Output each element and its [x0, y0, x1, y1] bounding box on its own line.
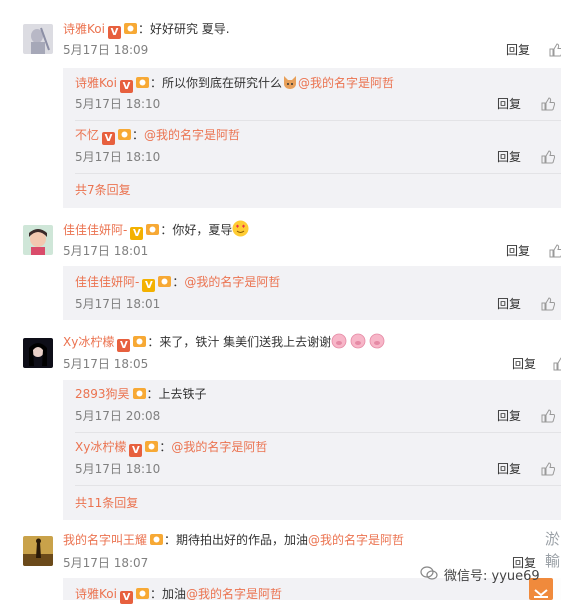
reply-button[interactable]: 回复: [506, 43, 530, 57]
verified-v-icon: V: [142, 279, 156, 292]
timestamp: 5月17日 20:08: [75, 409, 161, 423]
more-replies-link[interactable]: 共11条回复: [75, 496, 138, 510]
avatar[interactable]: [23, 536, 53, 566]
verified-v-icon: V: [119, 591, 133, 604]
heart-eyes-emoji-icon: [232, 220, 249, 237]
username-link[interactable]: 诗雅Koi: [75, 76, 117, 90]
reply-text: ：: [172, 275, 185, 289]
watermark: 微信号: yyue69: [420, 562, 561, 586]
avatar[interactable]: [23, 338, 53, 368]
wechat-icon: [420, 566, 438, 580]
pig-emoji-icon: [331, 333, 385, 349]
like-icon[interactable]: [541, 409, 555, 423]
divider: [75, 432, 561, 433]
timestamp: 5月17日 18:05: [63, 357, 149, 371]
member-icon: [135, 77, 149, 88]
like-icon[interactable]: [541, 97, 555, 111]
mention-link[interactable]: @我的名字是阿哲: [308, 533, 404, 547]
reply-line: Xy冰柠檬 V ：@我的名字是阿哲: [75, 439, 267, 457]
timestamp: 5月17日 18:10: [75, 97, 161, 111]
member-icon: [123, 23, 137, 34]
reply-button[interactable]: 回复: [512, 357, 536, 371]
verified-v-icon: V: [129, 444, 143, 457]
reply-button[interactable]: 回复: [497, 409, 521, 423]
reply-line: 诗雅Koi V ：所以你到底在研究什么 @我的名字是阿哲: [75, 74, 394, 93]
reply-button[interactable]: 回复: [506, 244, 530, 258]
comment-line: 我的名字叫王耀 ：期待拍出好的作品，加油@我的名字是阿哲: [63, 532, 404, 548]
fox-emoji-icon: [283, 76, 296, 89]
watermark-text: 微信号: yyue69: [444, 569, 540, 584]
like-icon[interactable]: [549, 244, 561, 258]
username-link[interactable]: 佳佳佳妍阿-: [63, 223, 127, 237]
timestamp: 5月17日 18:01: [75, 297, 161, 311]
reply-text: ：: [159, 440, 172, 454]
reply-button[interactable]: 回复: [497, 97, 521, 111]
timestamp: 5月17日 18:07: [63, 556, 149, 570]
comment-line: Xy冰柠檬 V ：来了，铁汁 集美们送我上去谢谢: [63, 333, 385, 352]
more-replies-link[interactable]: 共7条回复: [75, 183, 131, 197]
like-icon[interactable]: [553, 357, 561, 371]
member-icon: [118, 129, 132, 140]
reply-text: ：: [132, 128, 145, 142]
reply-button[interactable]: 回复: [497, 150, 521, 164]
comment-text: ：期待拍出好的作品，加油: [164, 533, 309, 547]
reply-line: 佳佳佳妍阿- V ：@我的名字是阿哲: [75, 274, 280, 292]
comment-line: 佳佳佳妍阿- V ：你好，夏导: [63, 220, 249, 240]
reply-line: 不忆 V ：@我的名字是阿哲: [75, 127, 240, 145]
mention-link[interactable]: @我的名字是阿哲: [298, 76, 394, 90]
timestamp: 5月17日 18:10: [75, 462, 161, 476]
verified-v-icon: V: [102, 132, 116, 145]
member-icon: [132, 388, 146, 399]
like-icon[interactable]: [549, 43, 561, 57]
mention-link[interactable]: @我的名字是阿哲: [186, 587, 282, 601]
mention-link[interactable]: @我的名字是阿哲: [184, 275, 280, 289]
mention-link[interactable]: @我的名字是阿哲: [171, 440, 267, 454]
like-icon[interactable]: [541, 462, 555, 476]
username-link[interactable]: Xy冰柠檬: [75, 440, 126, 454]
member-icon: [146, 224, 160, 235]
reply-button[interactable]: 回复: [497, 297, 521, 311]
username-link[interactable]: 诗雅Koi: [63, 22, 105, 36]
divider: [75, 485, 561, 486]
verified-v-icon: V: [119, 80, 133, 93]
member-icon: [135, 588, 149, 599]
verified-v-icon: V: [107, 26, 121, 39]
avatar[interactable]: [23, 24, 53, 54]
timestamp: 5月17日 18:09: [63, 43, 149, 57]
verified-v-icon: V: [130, 227, 144, 240]
member-icon: [133, 336, 147, 347]
divider: [75, 173, 561, 174]
username-link[interactable]: 诗雅Koi: [75, 587, 117, 601]
username-link[interactable]: 不忆: [75, 128, 99, 142]
member-icon: [150, 534, 164, 545]
username-link[interactable]: 我的名字叫王耀: [63, 533, 147, 547]
reply-button[interactable]: 回复: [497, 462, 521, 476]
member-icon: [158, 276, 172, 287]
username-link[interactable]: 2893狗昊: [75, 387, 130, 401]
reply-text: ：加油: [149, 587, 186, 601]
comment-text: ：你好，夏导: [160, 223, 233, 237]
timestamp: 5月17日 18:10: [75, 150, 161, 164]
reply-text: ：上去铁子: [146, 387, 207, 401]
comment-text: ：好好研究 夏导.: [137, 22, 230, 36]
like-icon[interactable]: [541, 297, 555, 311]
member-icon: [145, 441, 159, 452]
like-icon[interactable]: [541, 150, 555, 164]
avatar[interactable]: [23, 225, 53, 255]
comment-line: 诗雅Koi V ：好好研究 夏导.: [63, 21, 230, 39]
reply-text: ：所以你到底在研究什么: [149, 76, 282, 90]
timestamp: 5月17日 18:01: [63, 244, 149, 258]
reply-line: 2893狗昊 ：上去铁子: [75, 386, 207, 402]
mention-link[interactable]: @我的名字是阿哲: [144, 128, 240, 142]
comment-text: ：来了，铁汁 集美们送我上去谢谢: [147, 335, 332, 349]
divider: [75, 120, 561, 121]
verified-v-icon: V: [117, 339, 131, 352]
reply-line: 诗雅Koi V ：加油@我的名字是阿哲: [75, 586, 282, 604]
username-link[interactable]: Xy冰柠檬: [63, 335, 114, 349]
username-link[interactable]: 佳佳佳妍阿-: [75, 275, 139, 289]
